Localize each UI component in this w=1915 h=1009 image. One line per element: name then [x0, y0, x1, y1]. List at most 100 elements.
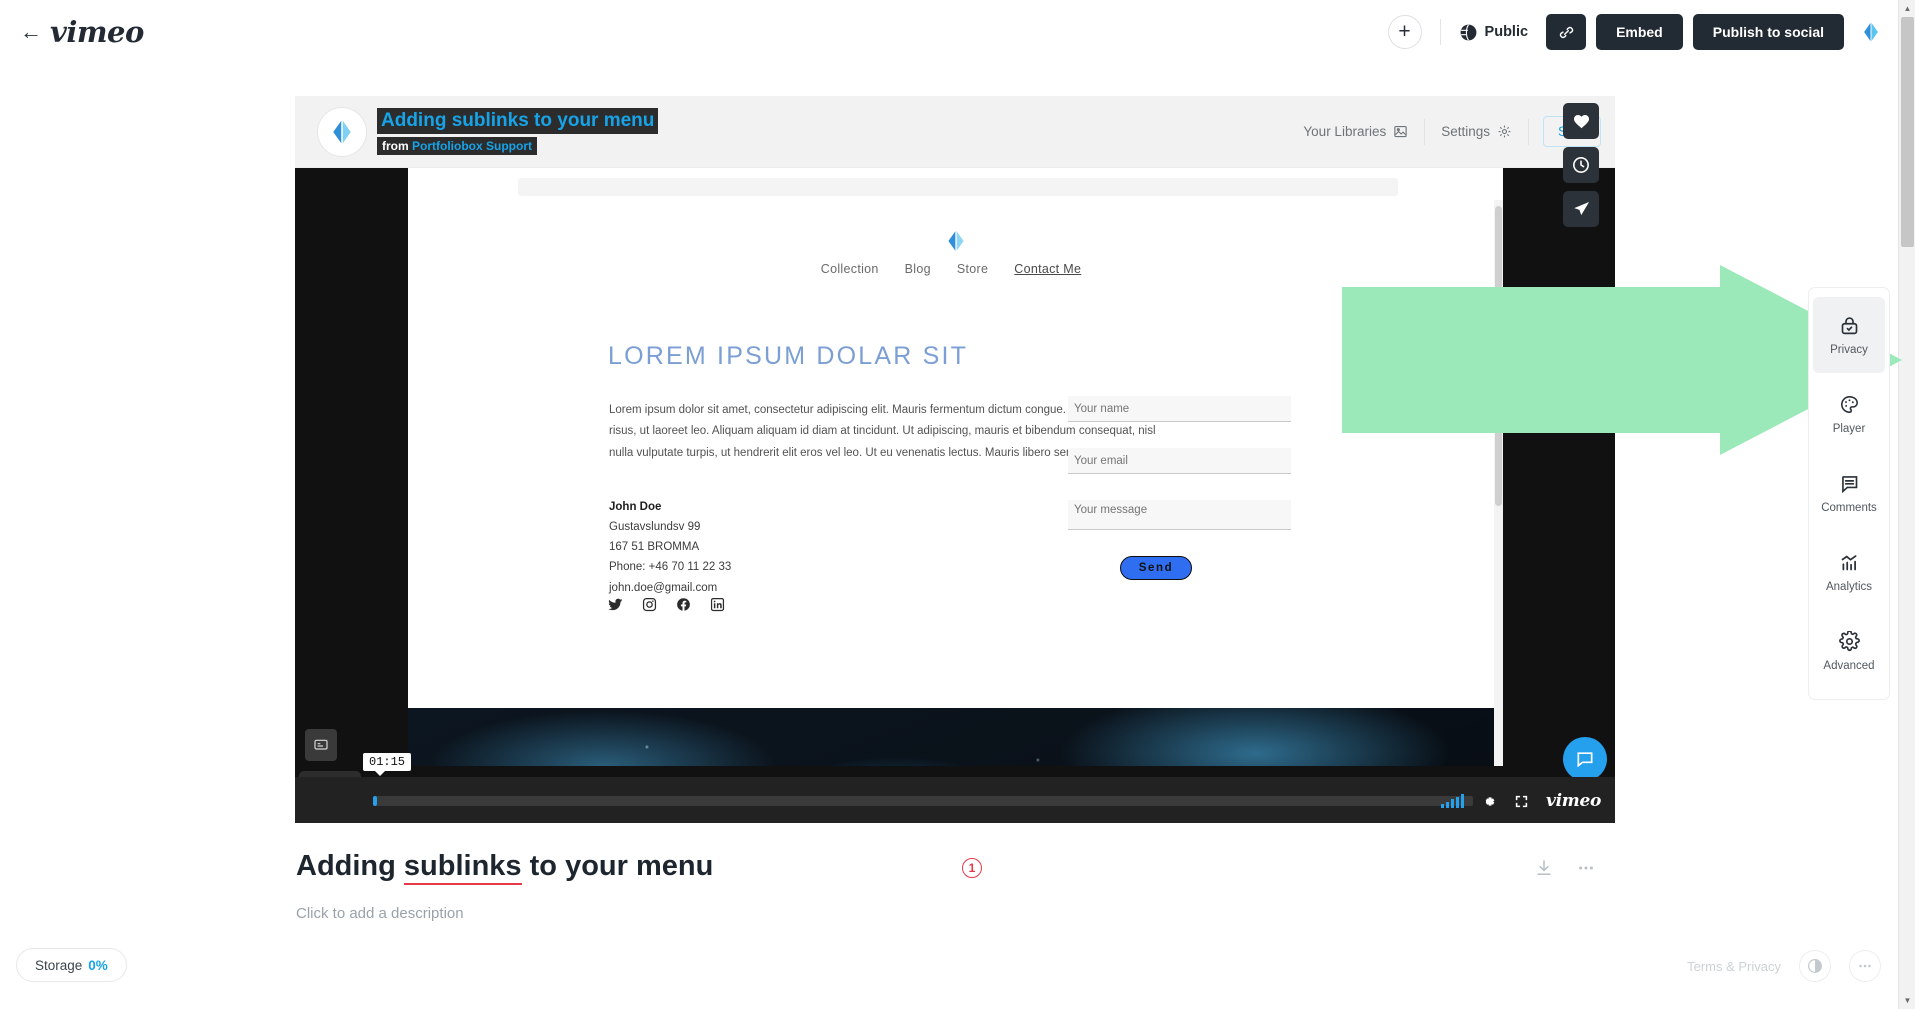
analytics-icon	[1841, 554, 1856, 570]
share-icon	[1573, 201, 1589, 215]
window-scrollbar[interactable]: ▲ ▼	[1898, 0, 1915, 1009]
storage-indicator[interactable]: Storage 0%	[16, 948, 127, 982]
video-settings-rail: Privacy Player Comments Analytics Advanc…	[1808, 287, 1890, 700]
page-title-misspelled-word: sublinks	[403, 850, 522, 885]
gear-icon	[1838, 630, 1860, 651]
rail-label-advanced: Advanced	[1823, 659, 1875, 672]
publish-to-social-button[interactable]: Publish to social	[1692, 14, 1844, 50]
privacy-status-label: Public	[1484, 24, 1529, 40]
contact-city: 167 51 BROMMA	[609, 541, 700, 554]
twitter-icon[interactable]	[608, 597, 623, 612]
gear-icon	[1498, 125, 1511, 138]
volume-control[interactable]	[1441, 794, 1465, 808]
share-button[interactable]	[1563, 191, 1599, 227]
your-name-input[interactable]	[1068, 396, 1291, 422]
rail-label-player: Player	[1832, 422, 1866, 435]
player-right-controls: vimeo	[1441, 791, 1601, 811]
your-email-input[interactable]	[1068, 448, 1291, 474]
player-settings-button[interactable]: Settings	[1425, 124, 1528, 139]
avatar[interactable]	[1860, 21, 1882, 43]
site-nav-collection[interactable]: Collection	[821, 262, 879, 276]
site-nav-contact-me[interactable]: Contact Me	[1014, 262, 1081, 276]
scrollbar-thumb[interactable]	[1901, 17, 1914, 247]
add-button[interactable]: +	[1387, 15, 1422, 49]
facebook-icon[interactable]	[676, 597, 691, 612]
channel-avatar[interactable]	[317, 106, 367, 157]
storage-value: 0%	[88, 957, 108, 973]
video-meta: Adding sublinks to your menu Click to ad…	[296, 850, 1596, 922]
player-top-bar: Adding sublinks to your menu from Portfo…	[295, 96, 1615, 168]
page-title-part1: Adding	[296, 850, 404, 882]
player-title-block: Adding sublinks to your menu from Portfo…	[377, 107, 659, 156]
site-nav: Collection Blog Store Contact Me	[408, 262, 1494, 276]
linkedin-icon[interactable]	[710, 597, 725, 612]
player-settings-label: Settings	[1441, 124, 1490, 139]
player-vimeo-logo[interactable]: vimeo	[1546, 791, 1601, 811]
link-icon	[1559, 26, 1573, 38]
instagram-icon[interactable]	[642, 597, 657, 612]
clock-icon	[1573, 157, 1589, 173]
rail-item-advanced[interactable]: Advanced	[1813, 613, 1885, 689]
copy-link-button[interactable]	[1546, 14, 1587, 50]
rail-item-analytics[interactable]: Analytics	[1813, 534, 1885, 610]
more-options-icon[interactable]	[1576, 858, 1596, 878]
video-action-buttons	[1563, 103, 1599, 227]
contrast-toggle-button[interactable]	[1799, 950, 1831, 982]
fullscreen-icon[interactable]	[1513, 793, 1530, 810]
site-heading: LOREM IPSUM DOLAR SIT	[608, 342, 969, 370]
comment-icon	[1841, 475, 1857, 493]
stage-url-pill	[518, 178, 1398, 196]
send-button[interactable]: Send	[1120, 556, 1192, 580]
rail-item-privacy[interactable]: Privacy	[1813, 297, 1885, 373]
terms-and-privacy-link[interactable]: Terms & Privacy	[1687, 959, 1781, 974]
your-libraries-label: Your Libraries	[1303, 124, 1387, 139]
stage-page: Collection Blog Store Contact Me LOREM I…	[408, 200, 1503, 766]
privacy-status[interactable]: Public	[1459, 23, 1529, 42]
stage-hero-photo	[408, 708, 1494, 766]
rail-label-privacy: Privacy	[1830, 343, 1868, 356]
video-player[interactable]: Adding sublinks to your menu from Portfo…	[295, 96, 1615, 823]
contact-phone: Phone: +46 70 11 22 33	[609, 561, 732, 574]
chat-icon	[1577, 752, 1593, 768]
site-nav-store[interactable]: Store	[957, 262, 988, 276]
site-contact-block: John Doe Gustavslundsv 99 167 51 BROMMA …	[609, 497, 731, 598]
progress-bar[interactable]	[373, 796, 1473, 806]
stage-chat-badge[interactable]	[1563, 737, 1607, 781]
scroll-up-arrow[interactable]: ▲	[1899, 0, 1915, 17]
your-message-input[interactable]	[1068, 500, 1291, 530]
embed-button[interactable]: Embed	[1596, 14, 1683, 50]
contact-form: Send	[1068, 396, 1368, 580]
your-libraries-button[interactable]: Your Libraries	[1287, 124, 1424, 139]
top-header: ← vimeo + Public Embed Publish to social	[0, 0, 1898, 64]
globe-icon	[1460, 24, 1476, 40]
watch-later-button[interactable]	[1563, 147, 1599, 183]
stage-scrollbar[interactable]	[1494, 200, 1503, 766]
heart-icon	[1573, 114, 1589, 128]
player-video-title[interactable]: Adding sublinks to your menu	[377, 107, 659, 134]
video-stage: Collection Blog Store Contact Me LOREM I…	[408, 168, 1503, 766]
like-button[interactable]	[1563, 103, 1599, 139]
rail-label-analytics: Analytics	[1825, 580, 1873, 593]
rail-label-comments: Comments	[1821, 501, 1877, 514]
cc-icon	[314, 739, 328, 750]
footer-more-button[interactable]	[1849, 950, 1881, 982]
scroll-down-arrow[interactable]: ▼	[1899, 992, 1915, 1009]
contact-name: John Doe	[609, 501, 662, 513]
channel-name[interactable]: Portfoliobox Support	[412, 139, 532, 153]
contrast-icon	[1808, 959, 1822, 973]
download-icon[interactable]	[1534, 858, 1554, 878]
site-nav-blog[interactable]: Blog	[905, 262, 931, 276]
header-divider	[1439, 19, 1441, 45]
rail-item-player[interactable]: Player	[1813, 376, 1885, 452]
site-logo-icon	[947, 231, 964, 251]
page-title[interactable]: Adding sublinks to your menu	[296, 850, 713, 885]
closed-captions-button[interactable]	[305, 729, 337, 761]
contact-email: john.doe@gmail.com	[609, 581, 718, 594]
portfoliobox-logo-icon	[333, 120, 351, 143]
back-button[interactable]: ←	[20, 21, 42, 43]
player-settings-gear-icon[interactable]	[1480, 793, 1497, 810]
playhead-time-tooltip: 01:15	[363, 753, 412, 776]
rail-item-comments[interactable]: Comments	[1813, 455, 1885, 531]
description-placeholder[interactable]: Click to add a description	[296, 905, 1596, 922]
vimeo-logo[interactable]: vimeo	[50, 15, 144, 49]
